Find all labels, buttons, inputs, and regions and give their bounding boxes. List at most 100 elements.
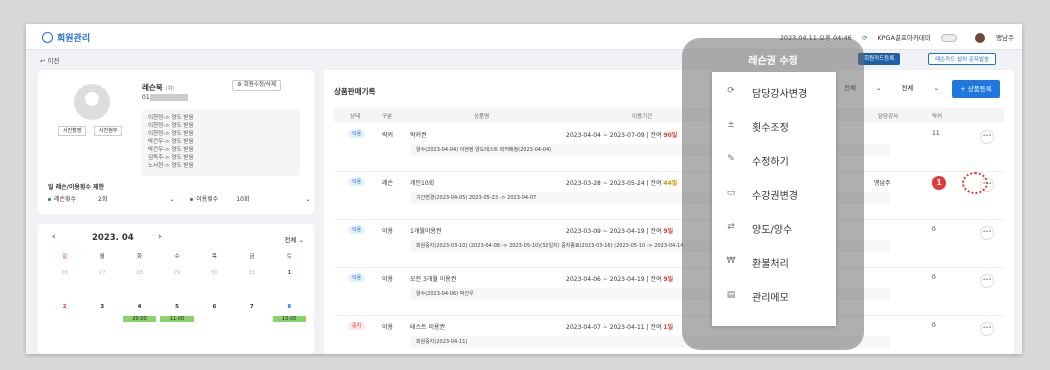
table-row[interactable]: 이용 락커 락커권 2023-04-04 ~ 2023-07-09 | 잔여 9… [334, 124, 1004, 172]
click-highlight [962, 172, 988, 194]
period-text: 2023-04-07 ~ 2023-04-11 [566, 324, 645, 331]
avatar [975, 33, 986, 43]
calendar-panel: ‹ 2023. 04 › 전체 ⌄ 일 월 화 수 목 금 토 26 27 28… [38, 224, 314, 354]
calendar-filter-label: 전체 [284, 236, 297, 244]
calendar-day[interactable]: 28 [121, 268, 158, 302]
menu-item-memo[interactable]: ▤ 관리메모 [712, 280, 836, 312]
calendar-day[interactable]: 1 [271, 268, 308, 302]
column-header: 상품명 [474, 114, 490, 120]
menu-item-change-coach[interactable]: ⟳ 담당강사변경 [712, 76, 836, 108]
calendar-filter[interactable]: 전체 ⌄ [285, 234, 304, 244]
weekday: 토 [286, 254, 292, 260]
memo-line: 이현정-> 양도 받음 [148, 131, 194, 137]
filter-select[interactable]: 전체 ⌄ [902, 84, 939, 92]
card-register-button[interactable]: 회원카드등록 [858, 53, 901, 65]
menu-item-label: 담당강사변경 [752, 89, 808, 100]
refresh-icon[interactable]: ⟳ [862, 34, 867, 42]
user-icon [42, 32, 53, 43]
calendar-day[interactable]: 8 10:00 [271, 302, 308, 336]
table-row[interactable]: 이용 이용 1개월이용권 2023-03-09 ~ 2023-04-19 | 잔… [334, 220, 1004, 268]
member-edit-button[interactable]: ⚙ 회원수정/삭제 [232, 80, 281, 91]
column-header: 상태 [350, 114, 361, 120]
row-coach: 맹남주 [874, 180, 891, 187]
next-month-button[interactable]: › [158, 232, 162, 242]
photo-attach-button[interactable]: 사진첨부 [94, 126, 123, 136]
calendar-day[interactable]: 31 [233, 268, 270, 302]
calendar-day[interactable]: 27 [83, 268, 120, 302]
won-icon: ₩ [726, 256, 736, 266]
weekday: 월 [99, 254, 105, 260]
remain-days: 1일 [663, 324, 674, 331]
sales-record-panel: 상품판매기록 전체 ⌄ 전체 ⌄ + 상품등록 상태 구분 상품명 이용기간 담… [324, 70, 1014, 354]
row-type: 이용 [382, 324, 394, 331]
menu-item-transfer[interactable]: ⇄ 양도/양수 [712, 212, 836, 244]
row-period: 2023-03-28 ~ 2023-05-24 | 잔여 44일 [566, 180, 678, 187]
calendar-day[interactable]: 29 [158, 268, 195, 302]
day-number: 6 [212, 304, 217, 310]
lesson-edit-menu: ⟳ 담당강사변경 ± 횟수조정 ✎ 수정하기 ▭ 수강권변경 ⇄ 양도/양수 ₩ 환불처리 … [712, 72, 836, 326]
calendar-event[interactable]: 20:00 [122, 316, 157, 322]
remain-label: 잔여 [650, 276, 662, 283]
calendar-day[interactable]: 4 20:00 [121, 302, 158, 336]
column-header: 락커 [932, 114, 943, 120]
calendar-day[interactable]: 7 [233, 302, 270, 336]
table-row[interactable]: 중지 이용 테스트 이용권 2023-04-07 ~ 2023-04-11 | … [334, 316, 1004, 354]
menu-item-change-ticket[interactable]: ▭ 수강권변경 [712, 178, 836, 210]
back-button[interactable]: ↩ 이전 [40, 55, 59, 65]
more-options-button[interactable]: ••• [980, 226, 994, 240]
sub-bar: ↩ 이전 회원카드등록 레슨카드 설치 문자발송 [26, 51, 1022, 67]
phone-prefix: 01 [142, 94, 150, 101]
more-options-button[interactable]: ••• [980, 130, 994, 144]
user-menu[interactable]: 맹남주 [967, 33, 1014, 43]
status-badge: 중지 [348, 322, 366, 330]
switch-icon[interactable] [940, 34, 957, 42]
calendar-day[interactable]: 6 [196, 302, 233, 336]
weekday: 화 [137, 254, 143, 260]
calendar-day[interactable]: 30 [196, 268, 233, 302]
menu-item-adjust-count[interactable]: ± 횟수조정 [712, 110, 836, 142]
row-locker: 11 [932, 130, 940, 137]
calendar-event[interactable]: 10:00 [272, 316, 306, 322]
chevron-down-icon[interactable]: ⌄ [305, 196, 310, 203]
memo-line: 이현정-> 양도 받음 [148, 115, 194, 121]
remain-label: 잔여 [650, 324, 662, 331]
column-header: 구분 [382, 114, 393, 120]
use-limit-value[interactable]: 10회 [236, 196, 249, 203]
member-edit-label: 회원수정/삭제 [243, 82, 276, 88]
row-locker: 0 [932, 322, 936, 329]
lesson-limit-value[interactable]: 2회 [98, 196, 107, 203]
memo-icon: ▤ [726, 290, 736, 300]
more-options-button[interactable]: ••• [980, 322, 994, 336]
column-header: 이용기간 [632, 114, 653, 120]
add-product-button[interactable]: + 상품등록 [952, 80, 1000, 98]
product-name: 오전 3개월 이용권 [410, 276, 457, 283]
usage-limit-row: 레슨횟수 2회 ⌄ 이용횟수 10회 ⌄ [48, 194, 310, 203]
row-type: 이용 [382, 276, 394, 283]
chevron-down-icon[interactable]: ⌄ [169, 196, 174, 203]
calendar-month: 2023. 04 [92, 233, 134, 243]
table-row[interactable]: 이용 이용 오전 3개월 이용권 2023-04-06 ~ 2023-04-19… [334, 268, 1004, 316]
app-title[interactable]: 회원관리 [42, 31, 90, 44]
calendar-day[interactable]: 3 [83, 302, 120, 336]
phone-mask [149, 94, 188, 101]
status-badge: 이용 [348, 226, 366, 234]
prev-month-button[interactable]: ‹ [52, 232, 56, 242]
calendar-day[interactable]: 2 [46, 302, 83, 336]
table-row[interactable]: 이용 레슨 개인10회 2023-03-28 ~ 2023-05-24 | 잔여… [334, 172, 1004, 220]
table-header: 상태 구분 상품명 이용기간 담당강사 락커 [334, 108, 1004, 122]
more-options-button[interactable]: ••• [980, 274, 994, 288]
member-name-text: 레슨북 [142, 83, 163, 92]
photo-take-button[interactable]: 사진촬영 [58, 126, 87, 136]
guide-send-button[interactable]: 레슨카드 설치 문자발송 [928, 53, 997, 65]
menu-item-refund[interactable]: ₩ 환불처리 [712, 246, 836, 278]
product-name: 락커권 [410, 132, 427, 139]
day-number: 28 [136, 270, 144, 276]
period-text: 2023-03-28 ~ 2023-05-24 [566, 180, 645, 187]
calendar-day[interactable]: 5 11:00 [158, 302, 195, 336]
day-number: 2 [62, 304, 67, 310]
calendar-event[interactable]: 11:00 [160, 316, 194, 322]
menu-item-edit[interactable]: ✎ 수정하기 [712, 144, 836, 176]
dot-icon [190, 198, 194, 201]
memo-line: 김득주-> 양도 받음 [148, 155, 194, 161]
calendar-day[interactable]: 26 [46, 268, 83, 302]
